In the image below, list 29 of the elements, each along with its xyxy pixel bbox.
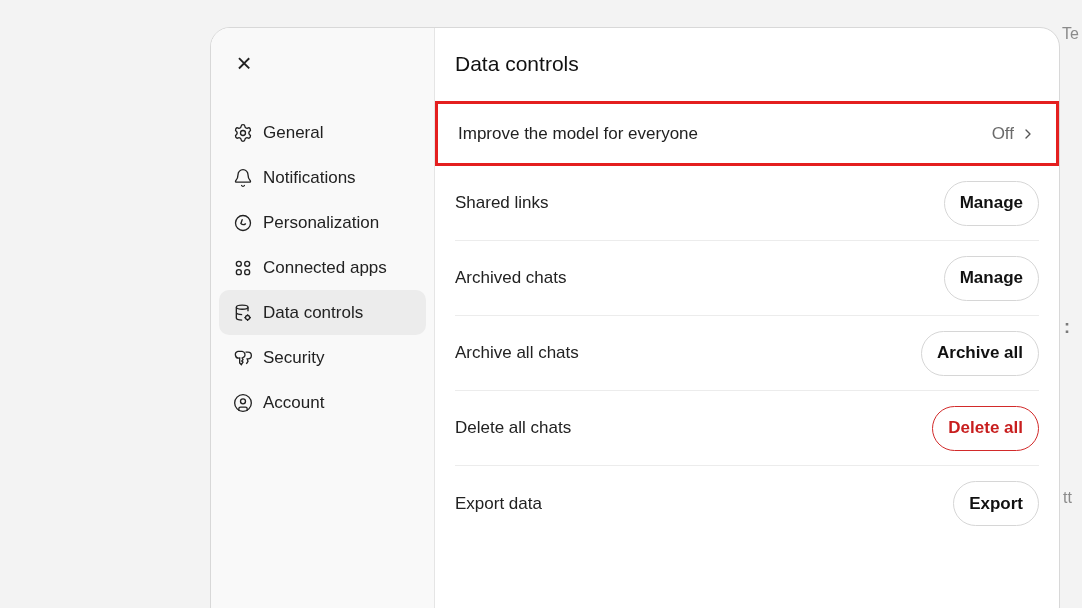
- sidebar-item[interactable]: Data controls: [219, 290, 426, 335]
- sidebar-item[interactable]: General: [219, 110, 426, 155]
- sidebar-item[interactable]: Personalization: [219, 200, 426, 245]
- bell-icon: [233, 167, 253, 188]
- settings-row[interactable]: Improve the model for everyone Off: [435, 101, 1059, 166]
- row-button[interactable]: Delete all: [932, 405, 1039, 451]
- row-value: Off: [991, 122, 1014, 145]
- settings-icon: [233, 122, 253, 143]
- row-label: Shared links: [455, 192, 549, 215]
- row-button[interactable]: Manage: [943, 180, 1039, 226]
- background-text: :: [1064, 316, 1070, 338]
- sidebar-item[interactable]: Security: [219, 335, 426, 380]
- database-gear-icon: [233, 302, 253, 323]
- row-button[interactable]: Manage: [943, 255, 1039, 301]
- sidebar-item[interactable]: Account: [219, 380, 426, 425]
- row-label: Archived chats: [455, 267, 567, 290]
- row-label: Delete all chats: [455, 417, 572, 440]
- row-button[interactable]: Archive all: [921, 330, 1039, 376]
- sidebar-item[interactable]: Connected apps: [219, 245, 426, 290]
- user-icon: [233, 392, 253, 413]
- background-text: Te: [1062, 24, 1079, 44]
- background-text: tt: [1063, 488, 1072, 508]
- row-label: Archive all chats: [455, 342, 579, 365]
- row-label: Improve the model for everyone: [458, 122, 698, 145]
- close-button[interactable]: ×: [229, 48, 259, 78]
- row-button[interactable]: Export: [953, 481, 1039, 526]
- row-label: Export data: [455, 492, 542, 515]
- dialog-title: Data controls: [455, 51, 580, 76]
- sidebar-item[interactable]: Notifications: [219, 155, 426, 200]
